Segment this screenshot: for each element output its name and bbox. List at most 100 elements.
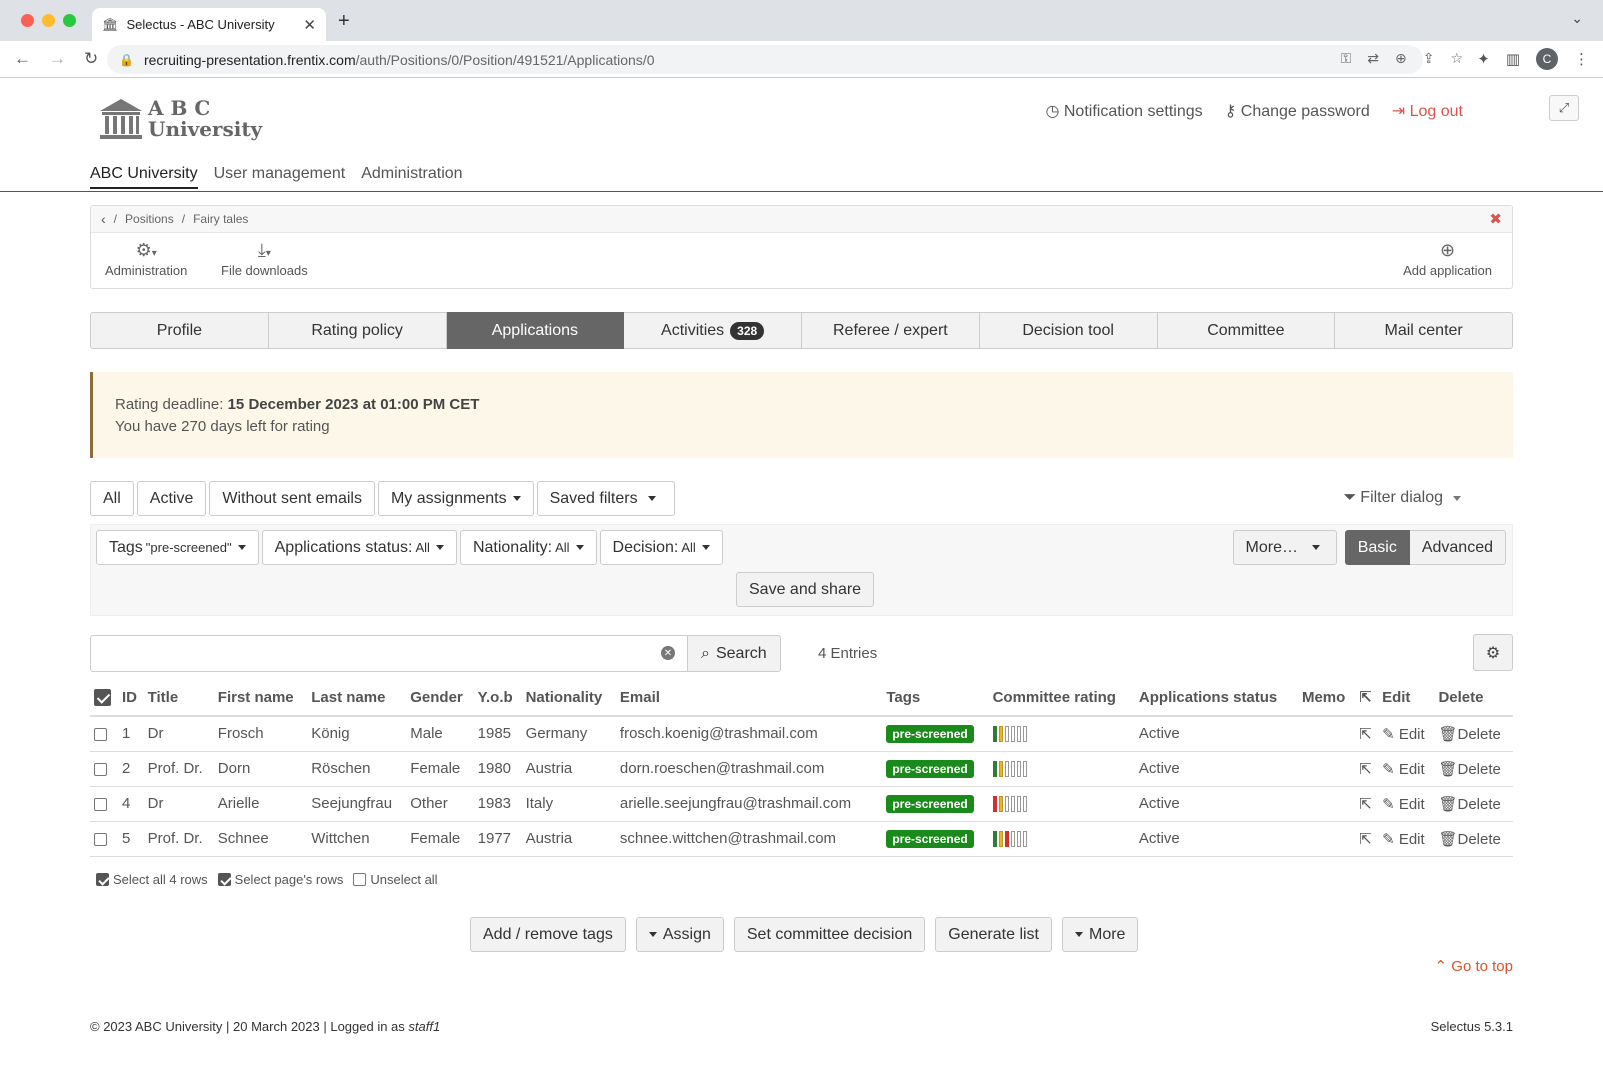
cell-committee-rating[interactable]	[988, 786, 1135, 822]
forward-icon[interactable]: →	[49, 49, 66, 69]
table-row[interactable]: 2 Prof. Dr. Dorn Röschen Female 1980 Aus…	[90, 751, 1513, 787]
filter-without-emails-button[interactable]: Without sent emails	[209, 481, 375, 516]
cell-delete[interactable]: 🗑Delete	[1434, 821, 1513, 857]
cell-delete[interactable]: 🗑Delete	[1434, 716, 1513, 752]
edit-button[interactable]: ✎ Edit	[1382, 796, 1425, 813]
decision-filter-dropdown[interactable]: Decision: All	[599, 530, 723, 565]
delete-button[interactable]: 🗑Delete	[1438, 831, 1500, 848]
share-icon[interactable]: ⇪	[1423, 50, 1435, 67]
key-icon[interactable]: ⚿	[1341, 50, 1352, 67]
more-actions-dropdown[interactable]: More	[1062, 917, 1139, 952]
file-downloads-menu-button[interactable]: ⤓▾ File downloads	[221, 240, 308, 278]
unselect-all-checkbox[interactable]	[353, 873, 367, 886]
table-row[interactable]: 5 Prof. Dr. Schnee Wittchen Female 1977 …	[90, 821, 1513, 857]
cell-edit[interactable]: ✎ Edit	[1378, 751, 1435, 787]
url-input[interactable]: 🔒 recruiting-presentation.frentix.com /a…	[107, 45, 1423, 74]
tab-rating-policy[interactable]: Rating policy	[268, 312, 447, 349]
cell-edit[interactable]: ✎ Edit	[1378, 786, 1435, 822]
select-all-header[interactable]	[90, 679, 118, 717]
row-select[interactable]	[90, 716, 118, 752]
more-filters-dropdown[interactable]: More…	[1232, 530, 1337, 565]
cell-edit[interactable]: ✎ Edit	[1378, 716, 1435, 752]
add-application-button[interactable]: ⊕ Add application	[1403, 240, 1492, 278]
assign-dropdown[interactable]: Assign	[635, 917, 724, 952]
chevron-left-icon[interactable]: ‹	[101, 211, 106, 227]
cell-edit[interactable]: ✎ Edit	[1378, 821, 1435, 857]
col-memo[interactable]: Memo	[1297, 679, 1356, 717]
col-yob[interactable]: Y.o.b	[473, 679, 522, 717]
table-row[interactable]: 4 Dr Arielle Seejungfrau Other 1983 Ital…	[90, 786, 1513, 822]
table-settings-button[interactable]: ⚙	[1473, 634, 1513, 671]
external-link-icon[interactable]: ⇱	[1359, 726, 1372, 743]
change-password-link[interactable]: ⚷ Change password	[1225, 101, 1370, 121]
table-row[interactable]: 1 Dr Frosch König Male 1985 Germany fros…	[90, 716, 1513, 752]
tab-mail-center[interactable]: Mail center	[1335, 312, 1513, 349]
close-icon[interactable]: ✖	[1489, 210, 1502, 228]
col-title[interactable]: Title	[143, 679, 214, 717]
row-select[interactable]	[90, 751, 118, 787]
select-page-rows-checkbox[interactable]	[217, 873, 231, 886]
zoom-icon[interactable]: ⊕	[1395, 50, 1407, 67]
nationality-filter-dropdown[interactable]: Nationality: All	[459, 530, 597, 565]
col-last-name[interactable]: Last name	[307, 679, 407, 717]
select-all-rows[interactable]: Select all 4 rows	[96, 872, 208, 887]
row-checkbox[interactable]	[94, 727, 107, 741]
breadcrumb-positions[interactable]: Positions	[125, 212, 174, 226]
delete-button[interactable]: 🗑Delete	[1438, 726, 1500, 743]
chevron-down-icon[interactable]: ⌄	[1571, 10, 1583, 27]
select-page-rows[interactable]: Select page's rows	[217, 872, 343, 887]
tab-profile[interactable]: Profile	[90, 312, 269, 349]
filter-dialog-toggle[interactable]: ⏷ Filter dialog	[1343, 489, 1461, 507]
select-all-checkbox[interactable]	[94, 688, 111, 706]
search-input[interactable]: ✕	[90, 635, 688, 672]
tab-applications[interactable]: Applications	[446, 312, 625, 349]
notification-settings-link[interactable]: ◷ Notification settings	[1045, 101, 1202, 121]
close-window-button[interactable]	[21, 14, 34, 27]
cell-delete[interactable]: 🗑Delete	[1434, 751, 1513, 787]
external-link-icon[interactable]: ⇱	[1359, 761, 1372, 778]
nav-administration[interactable]: Administration	[361, 165, 462, 189]
star-icon[interactable]: ☆	[1450, 50, 1463, 67]
basic-mode-button[interactable]: Basic	[1344, 530, 1410, 565]
nav-abc-university[interactable]: ABC University	[90, 165, 198, 189]
cell-open[interactable]: ⇱	[1355, 716, 1379, 752]
col-email[interactable]: Email	[615, 679, 883, 717]
cell-committee-rating[interactable]	[988, 751, 1135, 787]
col-tags[interactable]: Tags	[882, 679, 989, 717]
delete-button[interactable]: 🗑Delete	[1438, 796, 1500, 813]
set-committee-decision-button[interactable]: Set committee decision	[733, 917, 926, 952]
clear-search-icon[interactable]: ✕	[661, 646, 675, 660]
sidebar-icon[interactable]: ▥	[1506, 50, 1520, 68]
log-out-link[interactable]: ⇥ Log out	[1392, 101, 1463, 121]
col-gender[interactable]: Gender	[406, 679, 474, 717]
generate-list-button[interactable]: Generate list	[935, 917, 1052, 952]
col-id[interactable]: ID	[118, 679, 144, 717]
saved-filters-dropdown[interactable]: Saved filters	[536, 481, 675, 516]
cell-open[interactable]: ⇱	[1355, 786, 1379, 822]
tags-filter-dropdown[interactable]: Tags "pre-screened"	[96, 530, 259, 565]
minimize-window-button[interactable]	[42, 14, 55, 27]
col-applications-status[interactable]: Applications status	[1134, 679, 1298, 717]
close-tab-icon[interactable]: ✕	[303, 16, 316, 34]
tab-activities[interactable]: Activities 328	[624, 312, 802, 349]
reload-icon[interactable]: ↻	[84, 49, 98, 69]
row-checkbox[interactable]	[94, 762, 107, 776]
tab-committee[interactable]: Committee	[1157, 312, 1336, 349]
browser-tab[interactable]: 🏛 Selectus - ABC University ✕	[92, 8, 326, 41]
administration-menu-button[interactable]: ⚙▾ Administration	[105, 240, 187, 278]
filter-all-button[interactable]: All	[90, 481, 134, 516]
cell-delete[interactable]: 🗑Delete	[1434, 786, 1513, 822]
edit-button[interactable]: ✎ Edit	[1382, 761, 1425, 778]
filter-active-button[interactable]: Active	[136, 481, 207, 516]
university-logo[interactable]: A B C University	[98, 97, 262, 141]
edit-button[interactable]: ✎ Edit	[1382, 726, 1425, 743]
cell-open[interactable]: ⇱	[1355, 821, 1379, 857]
save-and-share-button[interactable]: Save and share	[736, 572, 875, 607]
my-assignments-dropdown[interactable]: My assignments	[377, 481, 534, 516]
row-checkbox[interactable]	[94, 832, 107, 846]
expand-button[interactable]: ⤢	[1549, 95, 1579, 121]
advanced-mode-button[interactable]: Advanced	[1409, 530, 1506, 565]
cell-committee-rating[interactable]	[988, 821, 1135, 857]
col-committee-rating[interactable]: Committee rating	[988, 679, 1135, 717]
search-button[interactable]: ⌕ Search	[688, 635, 781, 672]
